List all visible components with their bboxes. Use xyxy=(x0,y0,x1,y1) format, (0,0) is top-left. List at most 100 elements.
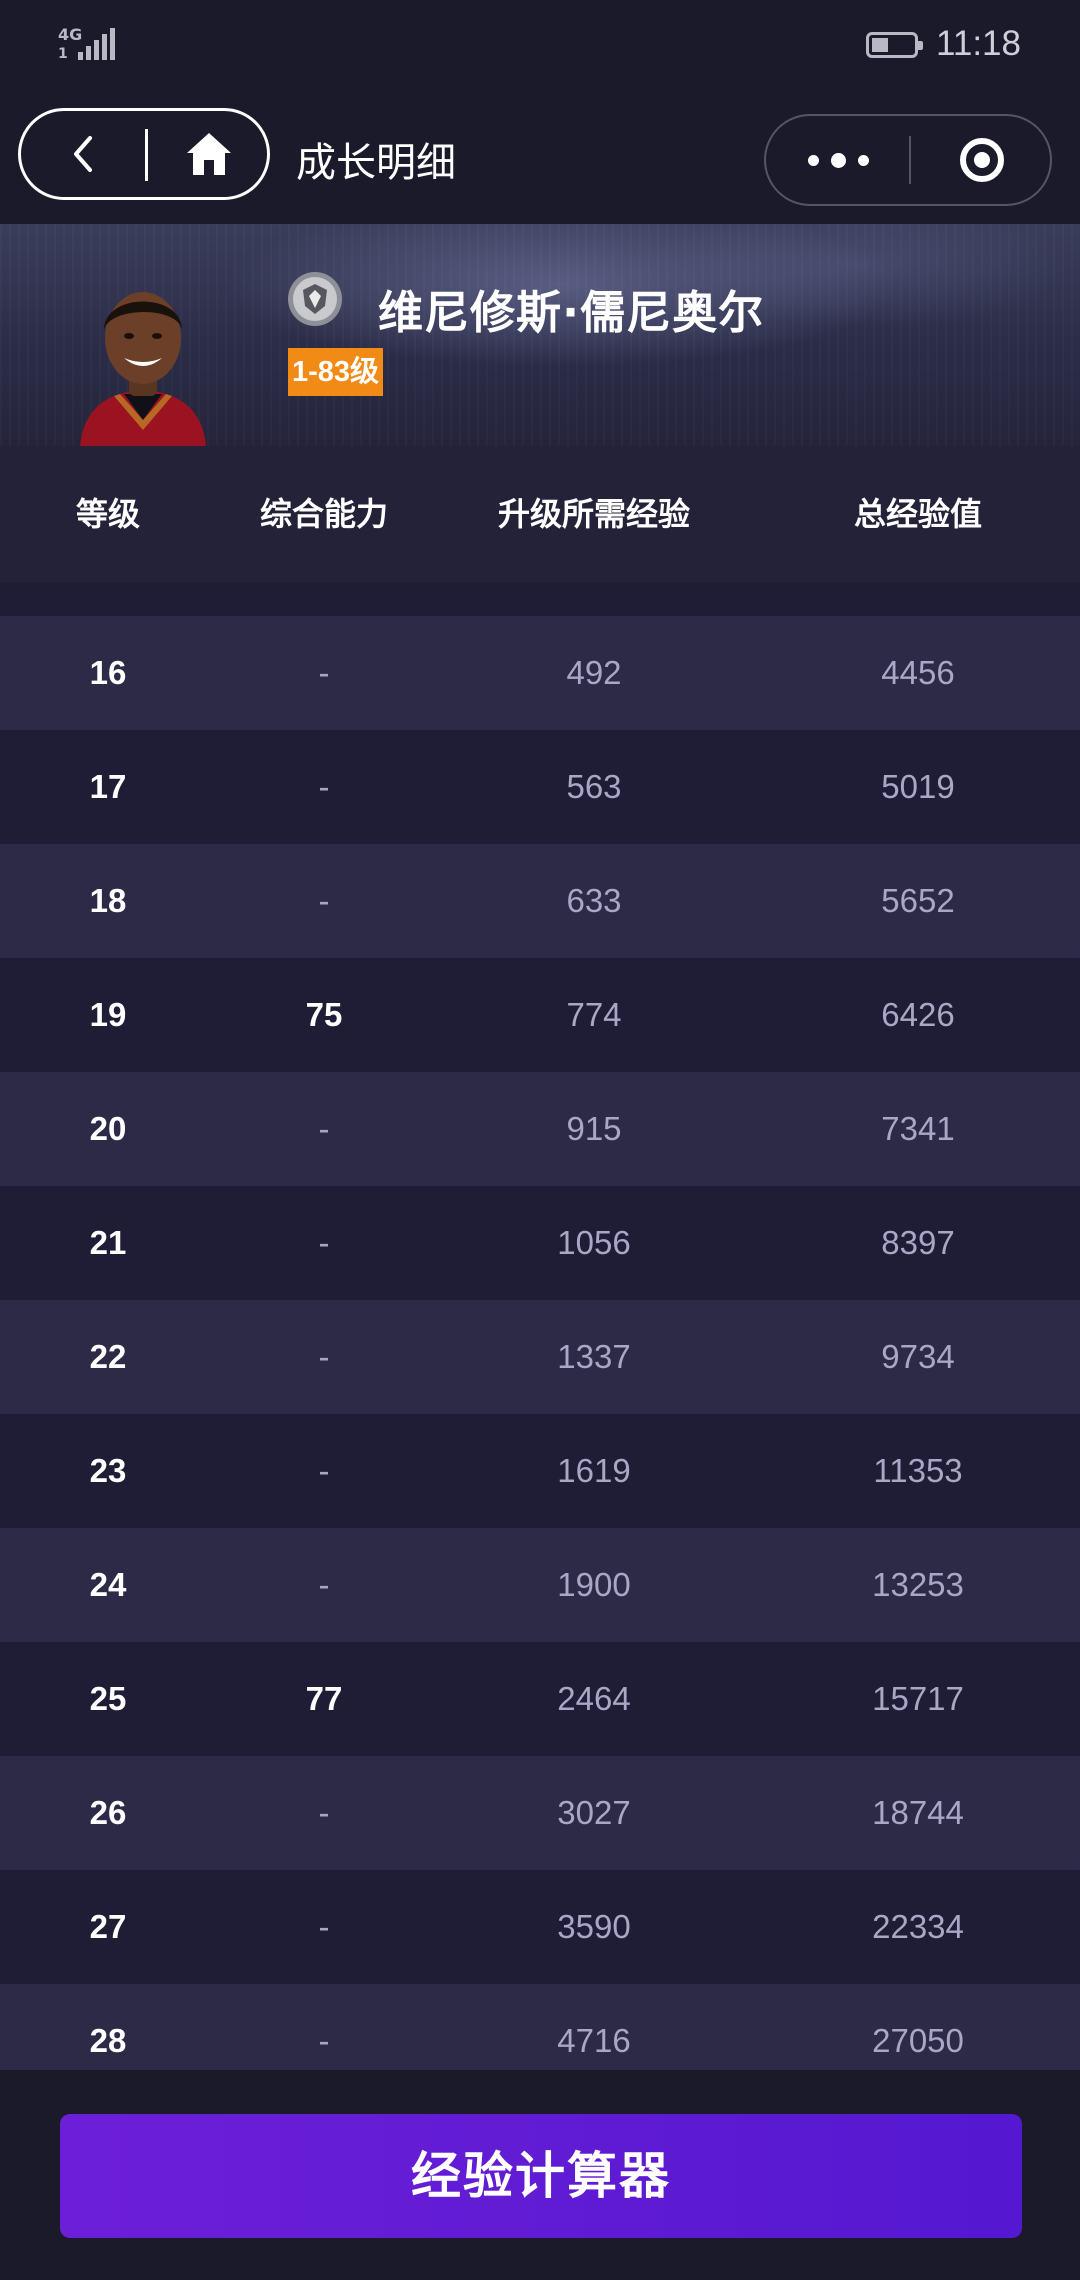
table-row: 15 - 422 3964 xyxy=(0,582,1080,616)
status-bar: 4G 1 11:18 xyxy=(0,0,1080,96)
table-row: 23 - 1619 11353 xyxy=(0,1414,1080,1528)
cell-level: 28 xyxy=(89,2022,127,2059)
cell-level: 27 xyxy=(89,1908,127,1945)
cell-level: 25 xyxy=(89,1680,127,1717)
table-row: 16 - 492 4456 xyxy=(0,616,1080,730)
table-row: 25 77 2464 15717 xyxy=(0,1642,1080,1756)
close-mini-program-icon xyxy=(959,138,1004,182)
header-level: 等级 xyxy=(75,495,141,533)
nav-capsule-left xyxy=(18,108,270,200)
cell-ability: - xyxy=(318,882,330,919)
bottom-bar: 经验计算器 xyxy=(0,2070,1080,2280)
cell-total-exp: 11353 xyxy=(873,1452,963,1489)
club-badge-icon xyxy=(288,272,342,326)
header-exp-needed: 升级所需经验 xyxy=(497,495,691,533)
battery-icon xyxy=(866,32,923,58)
cell-total-exp: 15717 xyxy=(872,1680,964,1717)
cell-level: 21 xyxy=(89,1224,127,1261)
cell-exp-needed: 563 xyxy=(566,768,622,805)
cell-ability: - xyxy=(318,1794,330,1831)
table-row: 18 - 633 5652 xyxy=(0,844,1080,958)
table-row: 20 - 915 7341 xyxy=(0,1072,1080,1186)
cell-exp-needed: 2464 xyxy=(557,1680,631,1717)
page-title: 成长明细 xyxy=(296,140,456,186)
cell-total-exp: 27050 xyxy=(872,2022,964,2059)
exp-calculator-button[interactable]: 经验计算器 xyxy=(60,2114,1022,2238)
cell-ability: - xyxy=(318,1224,330,1261)
table-row: 22 - 1337 9734 xyxy=(0,1300,1080,1414)
cell-level: 26 xyxy=(89,1794,127,1831)
home-icon xyxy=(187,133,231,175)
table-row: 17 - 563 5019 xyxy=(0,730,1080,844)
table-header: 等级 综合能力 升级所需经验 总经验值 xyxy=(0,446,1080,582)
cell-total-exp: 4456 xyxy=(881,654,955,691)
cell-total-exp: 5652 xyxy=(881,882,955,919)
growth-table[interactable]: 15 - 422 3964 16 - 492 4456 17 - 563 5019 18 - 633 5652… xyxy=(0,582,1080,2070)
cell-total-exp: 13253 xyxy=(872,1566,964,1603)
cell-exp-needed: 1619 xyxy=(557,1452,631,1489)
cell-level: 18 xyxy=(89,882,127,919)
back-button[interactable] xyxy=(21,111,145,197)
cell-total-exp: 6426 xyxy=(881,996,955,1033)
table-row: 24 - 1900 13253 xyxy=(0,1528,1080,1642)
cell-ability: - xyxy=(318,1452,330,1489)
cell-exp-needed: 4716 xyxy=(557,2022,631,2059)
level-range-badge: 1-83级 xyxy=(288,348,384,396)
player-banner: 维尼修斯·儒尼奥尔 1-83级 xyxy=(0,224,1080,446)
table-row: 28 - 4716 27050 xyxy=(0,1984,1080,2070)
cell-ability: - xyxy=(319,582,330,616)
cell-ability: 77 xyxy=(305,1680,343,1717)
cell-ability: - xyxy=(318,1908,330,1945)
cell-level: 19 xyxy=(89,996,127,1033)
more-icon xyxy=(807,154,819,166)
table-rows: 15 - 422 3964 16 - 492 4456 17 - 563 5019 18 - 633 5652… xyxy=(0,582,1080,2070)
cell-total-exp: 9734 xyxy=(881,1338,955,1375)
cell-level: 17 xyxy=(89,768,127,805)
cell-total-exp: 18744 xyxy=(872,1794,964,1831)
home-button[interactable] xyxy=(148,111,270,197)
cell-exp-needed: 1056 xyxy=(557,1224,631,1261)
header-total-exp: 总经验值 xyxy=(853,495,983,533)
cell-exp-needed: 1900 xyxy=(557,1566,631,1603)
back-icon xyxy=(74,136,92,172)
cell-exp-needed: 774 xyxy=(566,996,622,1033)
cell-total-exp: 3964 xyxy=(881,582,954,616)
more-button[interactable] xyxy=(766,116,910,204)
cell-ability: - xyxy=(318,654,330,691)
table-row: 21 - 1056 8397 xyxy=(0,1186,1080,1300)
cell-ability: 75 xyxy=(305,996,343,1033)
cell-total-exp: 8397 xyxy=(881,1224,955,1261)
close-mini-program-button[interactable] xyxy=(911,116,1052,204)
cell-ability: - xyxy=(318,2022,330,2059)
cell-exp-needed: 3027 xyxy=(557,1794,631,1831)
cell-exp-needed: 3590 xyxy=(557,1908,631,1945)
cell-exp-needed: 915 xyxy=(566,1110,622,1147)
table-row: 19 75 774 6426 xyxy=(0,958,1080,1072)
cell-total-exp: 7341 xyxy=(881,1110,955,1147)
cell-total-exp: 5019 xyxy=(881,768,955,805)
cell-level: 15 xyxy=(90,582,127,616)
signal-icon xyxy=(78,28,115,60)
cell-exp-needed: 633 xyxy=(566,882,622,919)
cell-level: 16 xyxy=(89,654,127,691)
header-ability: 综合能力 xyxy=(259,495,389,533)
table-row: 26 - 3027 18744 xyxy=(0,1756,1080,1870)
cell-level: 23 xyxy=(89,1452,127,1489)
nav-bar: 成长明细 xyxy=(0,96,1080,224)
player-avatar xyxy=(80,292,206,446)
status-time: 11:18 xyxy=(936,24,1021,63)
cell-ability: - xyxy=(318,1338,330,1375)
cell-ability: - xyxy=(318,768,330,805)
player-name: 维尼修斯·儒尼奥尔 xyxy=(378,286,765,339)
cell-level: 22 xyxy=(89,1338,127,1375)
cell-exp-needed: 492 xyxy=(566,654,622,691)
cell-ability: - xyxy=(318,1110,330,1147)
table-row: 27 - 3590 22334 xyxy=(0,1870,1080,1984)
cell-level: 20 xyxy=(89,1110,127,1147)
nav-capsule-right xyxy=(764,114,1052,206)
cell-ability: - xyxy=(318,1566,330,1603)
cell-exp-needed: 422 xyxy=(566,582,621,616)
cell-total-exp: 22334 xyxy=(872,1908,964,1945)
cell-exp-needed: 1337 xyxy=(557,1338,631,1375)
cell-level: 24 xyxy=(89,1566,127,1603)
